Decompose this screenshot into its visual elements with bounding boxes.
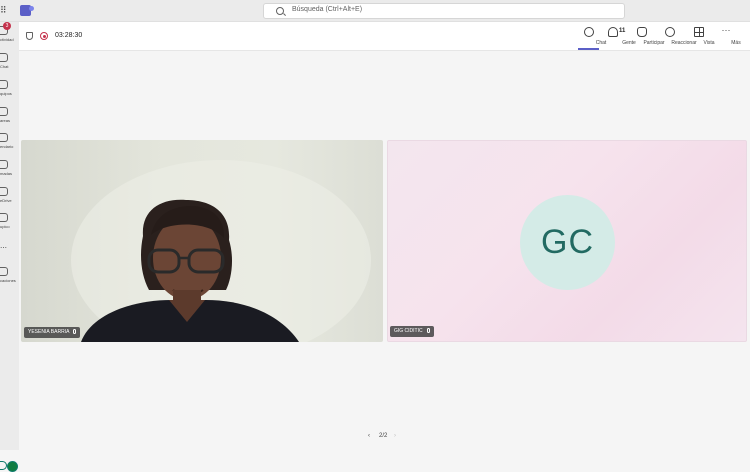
meeting-stage: YESENIA BARRIA GC GIG CIDITIC ‹ 2/2 › [19,51,750,450]
more-button-label: Más [731,40,741,46]
participant-name: GIG CIDITIC [394,328,423,334]
rail-item-calls[interactable]: madas [0,160,19,182]
rail-item-add-apps[interactable]: caciones [0,267,19,289]
chat-icon [0,53,8,62]
cloud-icon [0,187,8,196]
hand-icon [637,27,647,37]
search-input[interactable]: Búsqueda (Ctrl+Alt+E) [292,6,362,13]
participant-tile-avatar[interactable]: GC GIG CIDITIC [387,140,747,342]
chat-button[interactable]: Chat [577,27,606,49]
call-timer: 03:28:30 [55,32,83,39]
react-button[interactable]: Reaccionar [656,27,697,49]
rail-item-label: areas [0,118,11,123]
rail-item-label: quipos [0,91,12,96]
active-tab-indicator [578,48,599,50]
more-apps-icon[interactable]: ⋯ [0,244,7,252]
teams-logo-icon [20,5,34,16]
next-page-button[interactable]: › [394,433,396,439]
participant-name: YESENIA BARRIA [28,329,70,335]
meeting-toolbar: 03:28:30 Chat 11 Gente Participar Reacci… [19,22,750,51]
avatar: GC [520,195,615,290]
participant-name-tag: GIG CIDITIC [390,326,434,337]
previous-page-button[interactable]: ‹ [368,433,370,439]
rail-item-label: madas [0,171,13,176]
phone-icon [0,160,8,169]
mic-muted-icon [426,328,430,334]
gallery-pager: ‹ 2/2 › [368,433,408,443]
rail-item-chat[interactable]: Chat [0,53,19,75]
grid-view-icon [694,27,704,37]
add-apps-icon [0,267,8,276]
tasks-icon [0,107,8,116]
mic-muted-icon [73,329,77,335]
rail-item-label: caciones [0,278,16,283]
more-icon: ··· [721,25,731,35]
grammarly-icon [7,461,18,472]
rail-item-calendar[interactable]: endario [0,133,19,155]
people-button[interactable]: 11 Gente [603,27,636,49]
search-icon [276,7,284,15]
rail-item-label: Chat [0,64,9,69]
rail-item-label: ctividad [0,37,14,42]
participant-video-feed [71,160,371,342]
rail-item-apps[interactable]: upico [0,213,19,235]
rail-item-onedrive[interactable]: eDrive [0,187,19,209]
view-button[interactable]: Vista [689,27,715,49]
status-ring-icon [0,461,7,470]
rail-item-activity[interactable]: 3 ctividad [0,22,19,48]
rail-item-teams[interactable]: quipos [0,80,19,102]
participant-count: 11 [619,28,626,34]
calendar-icon [0,133,8,142]
title-bar: ⠿ Búsqueda (Ctrl+Alt+E) [0,0,750,22]
shield-icon[interactable] [26,32,33,40]
apps-icon [0,213,8,222]
page-indicator: 2/2 [379,433,388,439]
raise-hand-button[interactable]: Participar [630,27,665,49]
rail-item-label: endario [0,144,14,149]
chat-icon [584,27,594,37]
teams-icon [0,80,8,89]
app-rail: 3 ctividad Chat quipos areas endario mad… [0,22,19,472]
rail-item-label: upico [0,224,10,229]
people-icon [608,27,618,37]
rail-item-tasks[interactable]: areas [0,107,19,129]
recording-icon [40,32,48,40]
notification-badge: 3 [3,22,11,30]
participant-name-tag: YESENIA BARRIA [24,327,81,338]
more-button[interactable]: ··· Más [716,25,741,49]
participant-tile-video[interactable]: YESENIA BARRIA [21,140,383,342]
smile-icon [665,27,675,37]
app-launcher-icon[interactable]: ⠿ [0,5,8,15]
help-icon[interactable] [0,459,20,472]
rail-item-label: eDrive [0,198,12,203]
search-box[interactable]: Búsqueda (Ctrl+Alt+E) [263,3,625,19]
